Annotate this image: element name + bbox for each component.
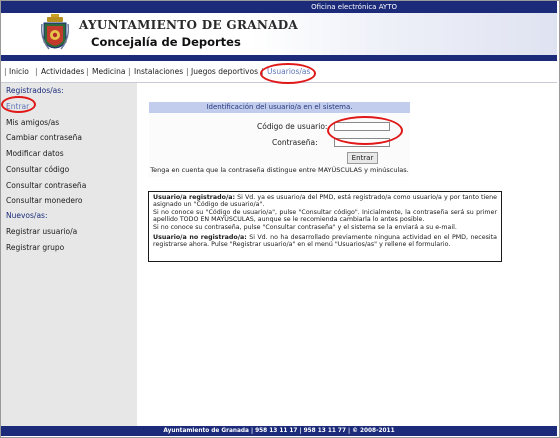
nav-item-actividades[interactable]: Actividades: [41, 61, 84, 82]
sidebar-item-consultar-monedero[interactable]: Consultar monedero: [6, 196, 82, 205]
case-sensitivity-note: Tenga en cuenta que la contraseña distin…: [150, 166, 409, 174]
sidebar-heading-registrados: Registrados/as:: [6, 86, 64, 95]
department-name: Concejalía de Deportes: [91, 35, 241, 49]
sidebar-item-mis-amigos[interactable]: Mis amigos/as: [6, 118, 59, 127]
registered-user-password-help: Si no conoce su contraseña, pulse "Consu…: [153, 223, 457, 231]
nav-item-inicio[interactable]: Inicio: [9, 61, 29, 82]
nav-item-medicina[interactable]: Medicina: [92, 61, 126, 82]
registered-user-heading: Usuario/a registrado/a:: [153, 194, 236, 201]
nav-separator: |: [86, 67, 89, 76]
nav-separator: |: [128, 67, 131, 76]
nav-separator: |: [186, 67, 189, 76]
highlight-oval-user-code: [327, 116, 403, 145]
registered-user-code-help: Si no conoce su "Código de usuario/a", p…: [153, 208, 497, 224]
highlight-oval-usuarios: [260, 63, 316, 84]
sidebar-item-cambiar-contrasena[interactable]: Cambiar contraseña: [6, 133, 82, 142]
nav-item-juegos-deportivos[interactable]: Juegos deportivos: [191, 61, 258, 82]
entrar-button[interactable]: Entrar: [347, 152, 378, 164]
org-name: AYUNTAMIENTO DE GRANADA: [79, 18, 299, 32]
footer: Ayuntamiento de Granada | 958 13 11 17 |…: [1, 426, 557, 436]
office-title[interactable]: Oficina electrónica AYTO: [311, 1, 397, 13]
nav-item-instalaciones[interactable]: Instalaciones: [134, 61, 183, 82]
site-header: AYUNTAMIENTO DE GRANADA Concejalía de De…: [1, 13, 557, 55]
sidebar: Registrados/as: Entrar Mis amigos/as Cam…: [1, 83, 137, 426]
sidebar-item-modificar-datos[interactable]: Modificar datos: [6, 149, 64, 158]
info-box: Usuario/a registrado/a: Si Vd. ya es usu…: [148, 191, 502, 262]
sidebar-item-registrar-grupo[interactable]: Registrar grupo: [6, 243, 64, 252]
sidebar-item-registrar-usuario[interactable]: Registrar usuario/a: [6, 227, 77, 236]
sidebar-heading-nuevos: Nuevos/as:: [6, 211, 48, 220]
sidebar-item-consultar-contrasena[interactable]: Consultar contraseña: [6, 181, 86, 190]
nav-separator: |: [35, 67, 38, 76]
sidebar-item-consultar-codigo[interactable]: Consultar código: [6, 165, 69, 174]
password-label: Contraseña:: [272, 138, 318, 147]
user-code-label: Código de usuario:: [257, 122, 328, 131]
highlight-oval-entrar: [1, 96, 36, 113]
login-title: Identificación del usuario/a en el siste…: [149, 102, 410, 113]
nav-separator: |: [4, 67, 7, 76]
registered-user-info: Usuario/a registrado/a: Si Vd. ya es usu…: [153, 194, 497, 231]
granada-crest-logo[interactable]: [41, 14, 69, 54]
top-bar: Oficina electrónica AYTO: [1, 1, 557, 13]
unregistered-user-heading: Usuario/a no registrado/a:: [153, 234, 247, 242]
unregistered-user-info: Usuario/a no registrado/a: Si Vd. no ha …: [153, 234, 497, 249]
